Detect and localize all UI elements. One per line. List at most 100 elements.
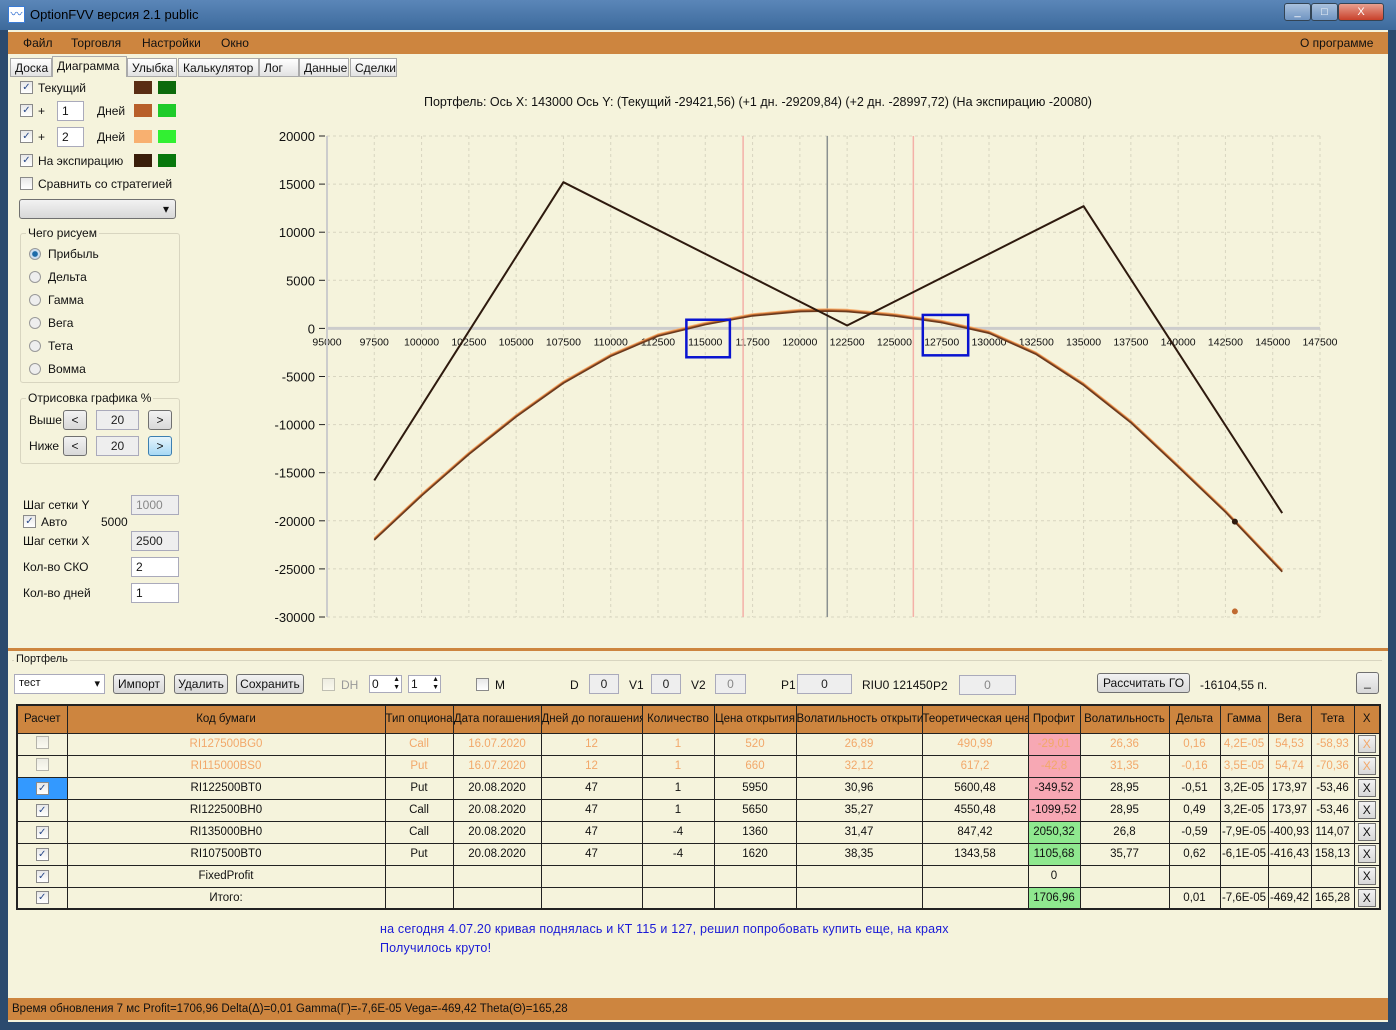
remove-row-button[interactable]: X (1357, 779, 1376, 797)
column-header[interactable]: Дней до погашения (540, 704, 643, 734)
remove-row-button[interactable]: X (1357, 867, 1376, 885)
column-header[interactable]: Дельта (1168, 704, 1221, 734)
calc-checkbox[interactable]: ✓ (35, 803, 49, 817)
table-cell: -58,93 (1310, 732, 1355, 756)
table-cell: 54,53 (1267, 732, 1312, 756)
table-cell: 12 (540, 754, 643, 778)
calc-cell[interactable]: ✓ (16, 864, 68, 888)
column-header[interactable]: Вега (1267, 704, 1312, 734)
underlying-label: RIU0 121450 (862, 678, 933, 692)
remove-row-button[interactable]: X (1357, 757, 1376, 775)
column-header[interactable]: Тип опциона (384, 704, 454, 734)
x-tick-label: 102500 (451, 336, 486, 348)
calc-cell[interactable]: ✓ (16, 776, 68, 800)
collapse-button[interactable]: _ (1356, 672, 1379, 694)
table-cell: 0,49 (1168, 798, 1221, 822)
x-tick-label: 127500 (924, 336, 959, 348)
y-tick-label: 0 (308, 321, 315, 336)
column-header[interactable]: Код бумаги (66, 704, 386, 734)
table-row[interactable]: ✓ RI122500BH0 Call 20.08.2020 47 1 5650 35,27 45… (16, 798, 1381, 822)
table-cell: Call (384, 798, 454, 822)
spin1-input[interactable]: 0 ▲ ▼ (369, 675, 402, 693)
table-cell: 26,36 (1079, 732, 1170, 756)
column-header[interactable]: Профит (1027, 704, 1081, 734)
table-row[interactable]: ✓ RI122500BT0 Put 20.08.2020 47 1 5950 30,96 560… (16, 776, 1381, 800)
calc-cell[interactable]: ✓ (16, 886, 68, 910)
dh-checkbox[interactable] (322, 678, 335, 691)
column-header[interactable]: X (1353, 704, 1381, 734)
spinner-arrows-icon[interactable]: ▲ ▼ (393, 676, 400, 692)
payoff-chart[interactable]: 9500097500100000102500105000107500110000… (0, 0, 1396, 650)
table-cell: Put (384, 776, 454, 800)
remove-row-button[interactable]: X (1357, 845, 1376, 863)
calc-cell[interactable]: ✓ (16, 798, 68, 822)
table-cell: -0,16 (1168, 754, 1221, 778)
column-header[interactable]: Расчет (16, 704, 68, 734)
calc-checkbox[interactable]: ✓ (35, 825, 49, 839)
column-header[interactable]: Волатильность открытия (795, 704, 923, 734)
calc-checkbox[interactable] (35, 758, 49, 771)
splitter[interactable] (8, 648, 1388, 651)
calc-checkbox[interactable]: ✓ (35, 869, 49, 883)
table-cell: 0,62 (1168, 842, 1221, 866)
save-button[interactable]: Сохранить (236, 674, 304, 694)
column-header[interactable]: Количество (641, 704, 715, 734)
remove-row-button[interactable]: X (1357, 735, 1376, 753)
calc-checkbox[interactable]: ✓ (35, 847, 49, 861)
x-tick-label: 137500 (1113, 336, 1148, 348)
table-row[interactable]: RI115000BS0 Put 16.07.2020 12 1 660 32,12 617,2… (16, 754, 1381, 778)
remove-row-button[interactable]: X (1357, 823, 1376, 841)
note-text: на сегодня 4.07.20 кривая поднялась и КТ… (380, 920, 949, 958)
x-tick-label: 105000 (499, 336, 534, 348)
remove-row-button[interactable]: X (1357, 801, 1376, 819)
table-row[interactable]: ✓ Итого: 1706,96 0,01 -7,6E-05 -469,42 165,28 X (16, 886, 1381, 910)
calc-checkbox[interactable] (35, 736, 49, 749)
column-header[interactable]: Гамма (1219, 704, 1269, 734)
table-row[interactable]: ✓ FixedProfit 0 X (16, 864, 1381, 888)
calculate-go-button[interactable]: Рассчитать ГО (1097, 673, 1190, 693)
x-tick-label: 100000 (404, 336, 439, 348)
y-tick-label: 5000 (286, 273, 315, 288)
calc-checkbox[interactable]: ✓ (35, 781, 49, 795)
calc-cell[interactable] (16, 754, 68, 778)
column-header[interactable]: Дата погашения (452, 704, 542, 734)
column-header[interactable]: Волатильность (1079, 704, 1170, 734)
portfolio-select[interactable]: тест ▾ (14, 674, 105, 694)
table-row[interactable]: ✓ RI107500BT0 Put 20.08.2020 47 -4 1620 38,35 13… (16, 842, 1381, 866)
m-checkbox[interactable] (476, 678, 489, 691)
import-button[interactable]: Импорт (113, 674, 165, 694)
table-cell: 3,2E-05 (1219, 776, 1269, 800)
spinner-arrows-icon[interactable]: ▲ ▼ (432, 676, 439, 692)
column-header[interactable]: Теоретическая цена (921, 704, 1029, 734)
remove-row-button[interactable]: X (1357, 888, 1376, 907)
p1-input[interactable]: 0 (797, 674, 852, 694)
v1-input[interactable]: 0 (651, 674, 681, 694)
table-row[interactable]: ✓ RI135000BH0 Call 20.08.2020 47 -4 1360 31,47 8… (16, 820, 1381, 844)
table-row[interactable]: RI127500BG0 Call 16.07.2020 12 1 520 26,89 490,… (16, 732, 1381, 756)
table-cell: RI135000BH0 (66, 820, 386, 844)
portfolio-group-line (12, 660, 1382, 661)
d-input[interactable]: 0 (589, 674, 619, 694)
table-cell: -1099,52 (1027, 798, 1081, 822)
calc-cell[interactable]: ✓ (16, 820, 68, 844)
table-cell: 3,2E-05 (1219, 798, 1269, 822)
delete-button[interactable]: Удалить (174, 674, 228, 694)
d-label: D (570, 678, 579, 692)
column-header[interactable]: Цена открытия (713, 704, 797, 734)
table-cell: 0,16 (1168, 732, 1221, 756)
x-tick-label: 110000 (594, 336, 628, 348)
calc-cell[interactable]: ✓ (16, 842, 68, 866)
x-tick-label: 147500 (1302, 336, 1337, 348)
calc-cell[interactable] (16, 732, 68, 756)
table-cell: -70,36 (1310, 754, 1355, 778)
table-cell: Call (384, 732, 454, 756)
column-header[interactable]: Тета (1310, 704, 1355, 734)
table-cell: -29,01 (1027, 732, 1081, 756)
spin2-input[interactable]: 1 ▲ ▼ (408, 675, 441, 693)
p2-input[interactable]: 0 (959, 675, 1016, 695)
spin2-value: 1 (411, 677, 418, 691)
v2-input[interactable]: 0 (715, 674, 746, 694)
table-cell: 1 (641, 798, 715, 822)
table-cell (1079, 864, 1170, 888)
calc-checkbox[interactable]: ✓ (35, 891, 49, 905)
